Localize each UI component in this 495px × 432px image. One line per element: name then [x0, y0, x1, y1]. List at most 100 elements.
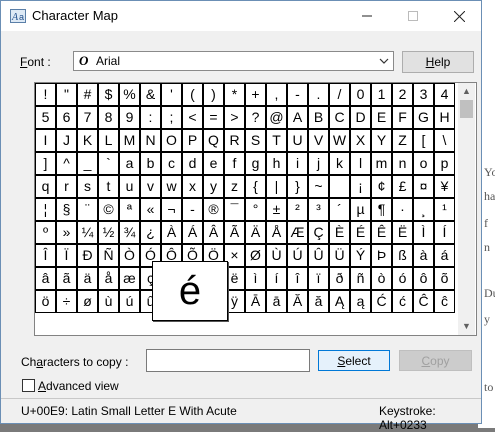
- help-button[interactable]: Help: [402, 51, 474, 73]
- char-cell[interactable]: ¢: [371, 175, 392, 198]
- char-cell[interactable]: Þ: [371, 244, 392, 267]
- copy-button[interactable]: Copy: [399, 350, 472, 371]
- char-cell[interactable]: :: [140, 106, 161, 129]
- maximize-button[interactable]: [390, 1, 436, 31]
- char-cell[interactable]: æ: [119, 267, 140, 290]
- char-cell[interactable]: q: [35, 175, 56, 198]
- char-cell[interactable]: B: [308, 106, 329, 129]
- char-cell[interactable]: Å: [266, 221, 287, 244]
- char-cell[interactable]: Ă: [287, 290, 308, 313]
- char-cell[interactable]: ø: [77, 290, 98, 313]
- char-cell[interactable]: K: [77, 129, 98, 152]
- char-cell[interactable]: ®: [203, 198, 224, 221]
- char-cell[interactable]: @: [266, 106, 287, 129]
- char-cell[interactable]: ;: [161, 106, 182, 129]
- char-cell[interactable]: Ĉ: [413, 290, 434, 313]
- char-cell[interactable]: j: [308, 152, 329, 175]
- char-cell[interactable]: Ã: [224, 221, 245, 244]
- char-cell[interactable]: P: [182, 129, 203, 152]
- char-cell[interactable]: ³: [308, 198, 329, 221]
- char-cell[interactable]: Ý: [350, 244, 371, 267]
- char-cell[interactable]: *: [224, 83, 245, 106]
- char-cell[interactable]: .: [308, 83, 329, 106]
- char-cell[interactable]: ą: [350, 290, 371, 313]
- char-cell[interactable]: {: [245, 175, 266, 198]
- char-cell[interactable]: Û: [308, 244, 329, 267]
- char-cell[interactable]: º: [35, 221, 56, 244]
- char-cell[interactable]: Í: [434, 221, 455, 244]
- char-cell[interactable]: Q: [203, 129, 224, 152]
- char-cell[interactable]: !: [35, 83, 56, 106]
- char-cell[interactable]: a: [119, 152, 140, 175]
- char-cell[interactable]: ä: [77, 267, 98, 290]
- char-cell[interactable]: µ: [350, 198, 371, 221]
- char-cell[interactable]: H: [434, 106, 455, 129]
- char-cell[interactable]: [329, 175, 350, 198]
- char-cell[interactable]: 9: [119, 106, 140, 129]
- char-cell[interactable]: ¹: [434, 198, 455, 221]
- select-button[interactable]: Select: [318, 350, 390, 371]
- char-cell[interactable]: y: [203, 175, 224, 198]
- char-cell[interactable]: Ä: [245, 221, 266, 244]
- char-cell[interactable]: ¤: [413, 175, 434, 198]
- char-cell[interactable]: ½: [98, 221, 119, 244]
- char-cell[interactable]: i: [287, 152, 308, 175]
- char-cell[interactable]: &: [140, 83, 161, 106]
- char-cell[interactable]: ù: [98, 290, 119, 313]
- char-cell[interactable]: ć: [392, 290, 413, 313]
- char-cell[interactable]: o: [413, 152, 434, 175]
- char-cell[interactable]: Ç: [308, 221, 329, 244]
- scroll-down-arrow[interactable]: ▼: [458, 318, 475, 335]
- char-cell[interactable]: à: [413, 244, 434, 267]
- font-dropdown[interactable]: O Arial: [73, 51, 394, 71]
- char-cell[interactable]: ¦: [35, 198, 56, 221]
- char-cell[interactable]: ´: [329, 198, 350, 221]
- char-cell[interactable]: ã: [56, 267, 77, 290]
- char-cell[interactable]: ß: [392, 244, 413, 267]
- char-cell[interactable]: ñ: [350, 267, 371, 290]
- char-cell[interactable]: u: [119, 175, 140, 198]
- char-cell[interactable]: h: [266, 152, 287, 175]
- char-cell[interactable]: E: [371, 106, 392, 129]
- char-cell[interactable]: ¶: [371, 198, 392, 221]
- char-cell[interactable]: õ: [434, 267, 455, 290]
- char-cell[interactable]: 6: [56, 106, 77, 129]
- char-cell[interactable]: 5: [35, 106, 56, 129]
- char-cell[interactable]: »: [56, 221, 77, 244]
- char-cell[interactable]: N: [140, 129, 161, 152]
- char-cell[interactable]: Á: [182, 221, 203, 244]
- char-cell[interactable]: g: [245, 152, 266, 175]
- char-cell[interactable]: È: [329, 221, 350, 244]
- char-cell[interactable]: C: [329, 106, 350, 129]
- char-cell[interactable]: Ć: [371, 290, 392, 313]
- char-cell[interactable]: ú: [119, 290, 140, 313]
- char-cell[interactable]: Â: [203, 221, 224, 244]
- char-cell[interactable]: \: [434, 129, 455, 152]
- char-cell[interactable]: x: [182, 175, 203, 198]
- char-cell[interactable]: z: [224, 175, 245, 198]
- char-cell[interactable]: ï: [308, 267, 329, 290]
- char-cell[interactable]: ±: [266, 198, 287, 221]
- char-cell[interactable]: ¿: [140, 221, 161, 244]
- char-cell[interactable]: 1: [371, 83, 392, 106]
- char-cell[interactable]: ²: [287, 198, 308, 221]
- char-cell[interactable]: ¾: [119, 221, 140, 244]
- char-cell[interactable]: Æ: [287, 221, 308, 244]
- char-cell[interactable]: k: [329, 152, 350, 175]
- char-cell[interactable]: ~: [308, 175, 329, 198]
- char-cell[interactable]: l: [350, 152, 371, 175]
- char-cell[interactable]: ?: [245, 106, 266, 129]
- char-cell[interactable]: L: [98, 129, 119, 152]
- title-bar[interactable]: A a Character Map: [1, 1, 481, 31]
- char-cell[interactable]: s: [77, 175, 98, 198]
- char-cell[interactable]: M: [119, 129, 140, 152]
- char-cell[interactable]: b: [140, 152, 161, 175]
- char-cell[interactable]: Ï: [56, 244, 77, 267]
- char-cell[interactable]: R: [224, 129, 245, 152]
- char-cell[interactable]: A: [287, 106, 308, 129]
- char-cell[interactable]: <: [182, 106, 203, 129]
- char-cell[interactable]: ]: [35, 152, 56, 175]
- char-cell[interactable]: X: [350, 129, 371, 152]
- char-cell[interactable]: î: [287, 267, 308, 290]
- char-cell[interactable]: å: [98, 267, 119, 290]
